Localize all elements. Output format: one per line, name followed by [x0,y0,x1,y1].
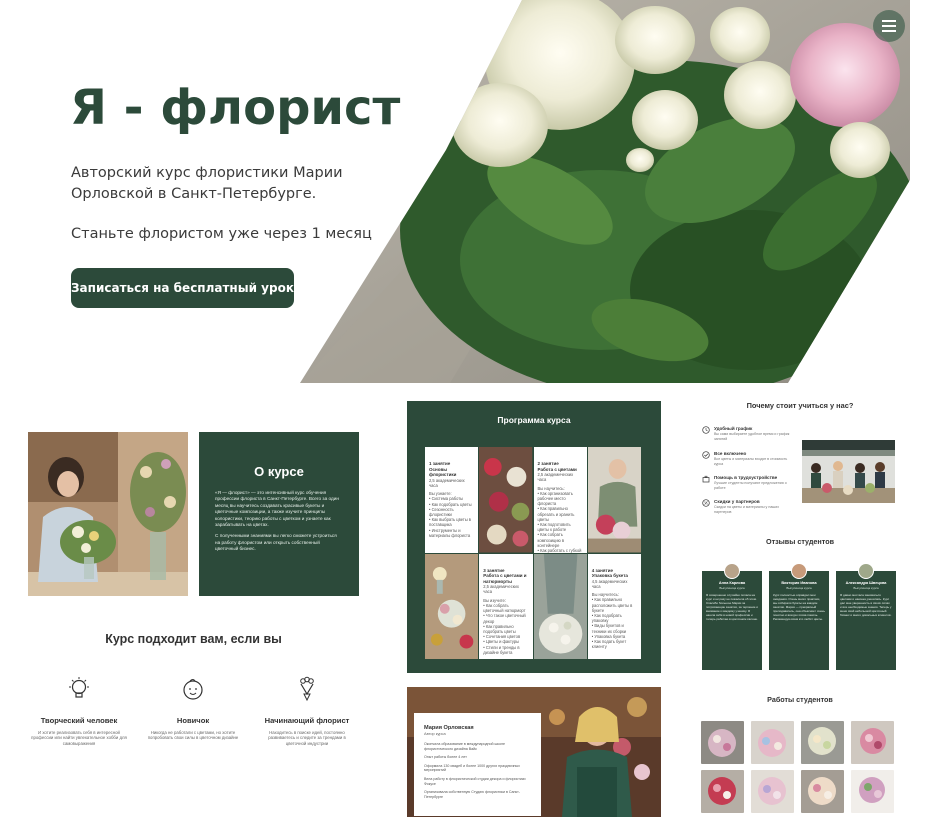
clock-icon [702,426,710,434]
about-paragraph-2: С полученными знаниями вы легко сможете … [215,533,337,552]
reviews-title: Отзывы студентов [765,537,835,546]
lesson-card: 4 занятие Упаковка букета 4,5 академичес… [587,553,641,659]
feature-desc: И хотите реализовать себя в интересной п… [31,730,127,746]
lesson-hours: 2,5 академических часа [483,584,519,595]
program-grid: 1 занятие Основы флористики 2,5 академич… [425,447,641,659]
why-item-desc: Вы сами выбираете удобное время и график… [714,432,790,441]
lesson-card: 1 занятие Основы флористики 2,5 академич… [425,447,479,553]
why-item: Удобный график Вы сами выбираете удобное… [702,426,797,441]
lesson-photo [425,553,479,659]
feature-creative: Творческий человек И хотите реализовать … [24,676,134,746]
teacher-fact: Опыт работы более 4 лет [424,755,467,760]
feature-title: Начинающий флорист [264,716,350,725]
review-name: Анна Карлова [718,581,746,585]
feature-desc: Находитесь в поиске идей, постоянно разв… [268,730,346,746]
about-photo [28,432,188,596]
hero-title: Я - флорист [70,80,401,136]
briefcase-icon [702,475,710,483]
work-photo [751,770,794,813]
lesson-card: 3 занятие Работа с цветами и натюрморты … [479,553,533,659]
lesson-title: 2 занятие Работа с цветами [537,461,577,472]
lesson-photo [533,553,587,659]
program-card: Программа курса 1 занятие Основы флорист… [407,401,661,673]
lesson-title: 3 занятие Работа с цветами и натюрморты [483,567,527,584]
menu-button[interactable] [873,10,905,42]
teacher-card: Мария Орловская Автор курса Окончила обр… [414,713,541,816]
review-role: Выпускница курса [853,586,879,590]
lesson-title: 1 занятие Основы флористики [429,461,457,478]
lesson-photo [587,447,641,553]
why-item: Помощь в трудоустройстве Лучшие студенты… [702,475,797,490]
check-icon [702,451,710,459]
free-lesson-button[interactable]: Записаться на бесплатный урок [71,268,294,308]
about-text: «Я — флорист» — это интенсивный курс обу… [215,490,343,553]
teacher-fact: Организовала собственную Студию флористи… [424,790,520,799]
review-text: Я давно мечтала заниматься цветами и нак… [840,593,892,617]
why-item-desc: Лучшие студенты получают предложения о р… [714,481,787,490]
work-photo [701,721,744,764]
why-item-desc: Все цветы и материалы входят в стоимость… [714,457,788,466]
lesson-title: 4 занятие Упаковка букета [591,567,628,579]
about-title: О курсе [254,464,304,479]
work-photo [851,721,894,764]
review-text: Курс полностью оправдал мои ожидания. Оч… [773,593,825,621]
lesson-points: Вы научитесь: • Как организовать рабочее… [537,485,582,553]
why-item: Скидки у партнеров Скидки на цветы и мат… [702,499,797,514]
why-item: Все включено Все цветы и материалы входя… [702,451,797,466]
review-name: Александра Швецова [845,581,887,585]
feature-desc: Никогда не работали с цветами, но хотите… [147,730,239,741]
teacher-role: Автор курса [424,731,446,736]
feature-beginner: Новичок Никогда не работали с цветами, н… [138,676,248,741]
about-card: О курсе «Я — флорист» — это интенсивный … [199,432,359,596]
lesson-photo [479,447,533,553]
teacher-fact: Вела работу в флористической студии деко… [424,776,526,786]
avatar [724,563,740,579]
work-photo [701,770,744,813]
hero-subtitle: Авторский курс флористики Марии Орловско… [71,165,343,202]
lesson-hours: 2,5 академических часа [429,477,465,488]
works-title: Работы студентов [767,695,833,704]
lesson-points: Вы изучите: • Как собрать цветочный натю… [483,597,526,655]
lesson-points: Вы узнаете: • Система работы • Как подоб… [429,491,472,538]
why-item-desc: Скидки на цветы и материалы у наших парт… [714,505,780,514]
teacher-fact: Оформила 130 свадеб и более 1000 других … [424,763,520,773]
work-photo [851,770,894,813]
bouquet-icon [300,676,314,702]
percent-icon [702,499,710,507]
studio-photo [802,440,895,503]
review-text: Я совершенно случайно попала на курс и н… [706,593,758,621]
lesson-hours: 4,5 академических часа [591,578,628,589]
feature-starting-florist: Начинающий флорист Находитесь в поиске и… [252,676,362,746]
lesson-card: 2 занятие Работа с цветами 2,5 академиче… [533,447,587,553]
feature-title: Новичок [176,716,210,725]
lightbulb-icon [69,677,89,698]
review-card: Александра Швецова Выпускница курса Я да… [836,563,896,670]
review-role: Выпускница курса [719,586,745,590]
suits-title: Курс подходит вам, если вы [105,632,282,646]
avatar [791,563,807,579]
lesson-hours: 2,5 академических часа [537,472,574,483]
avatar [858,563,874,579]
review-card: Анна Карлова Выпускница курса Я совершен… [702,563,762,670]
about-paragraph-1: «Я — флорист» — это интенсивный курс обу… [215,490,339,528]
hero-tagline: Станьте флористом уже через 1 месяц [71,226,372,242]
teacher-fact: Окончила образование в международной шко… [424,742,505,751]
work-photo [751,721,794,764]
review-card: Виктория Иванова Выпускница курса Курс п… [769,563,829,670]
why-title: Почему стоит учиться у нас? [746,401,854,410]
work-photo [801,770,844,813]
baby-face-icon [183,679,203,700]
program-title: Программа курса [497,415,571,425]
feature-title: Творческий человек [40,716,118,725]
lesson-points: Вы научитесь: • Как правильно расположит… [591,592,633,650]
review-role: Выпускница курса [786,586,812,590]
work-photo [801,721,844,764]
review-name: Виктория Иванова [781,581,817,585]
